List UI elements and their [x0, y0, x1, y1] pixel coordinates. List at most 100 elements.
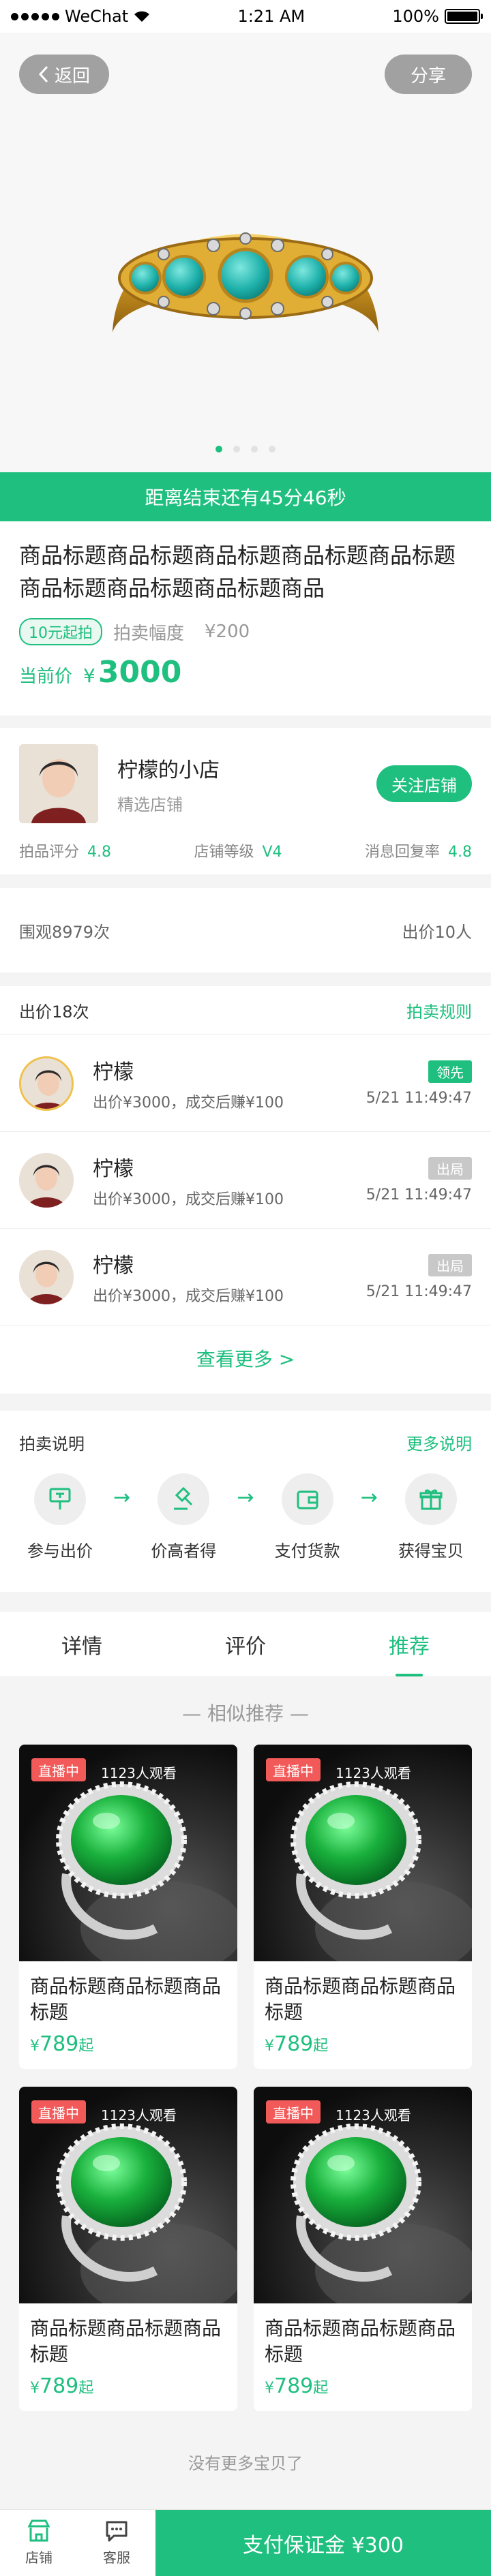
viewer-count: 1123人观看	[336, 1765, 411, 1781]
countdown-banner: 距离结束还有45分46秒	[0, 472, 491, 521]
auction-rules: 拍卖说明 更多说明 参与出价 → 价高者得 → 支付货款 → 获得宝贝	[0, 1411, 491, 1592]
see-more-bids-button[interactable]: 查看更多 >	[0, 1325, 491, 1391]
shop-tag: 精选店铺	[117, 795, 183, 814]
step-highest-wins: 价高者得	[143, 1473, 224, 1561]
service-label: 客服	[103, 2549, 130, 2566]
recommend-price: ¥789起	[19, 2369, 237, 2404]
recommend-image: 直播中 1123人观看	[19, 1745, 237, 1961]
stat-value: V4	[262, 844, 282, 861]
follow-shop-button[interactable]: 关注店铺	[376, 765, 472, 802]
stat-value: 4.8	[87, 844, 112, 861]
stat-label: 消息回复率	[364, 844, 440, 861]
bidder-name: 柠檬	[93, 1060, 134, 1084]
recommend-card[interactable]: 直播中 1123人观看 商品标题商品标题商品标题 ¥789起	[254, 2087, 472, 2411]
bidder-avatar[interactable]	[19, 1152, 74, 1208]
bid-sign-icon	[34, 1473, 86, 1525]
viewer-count: 1123人观看	[336, 2107, 411, 2123]
bid-info: 柠檬 出价¥3000，成交后赚¥100	[93, 1055, 366, 1112]
gallery-dot[interactable]	[251, 446, 258, 453]
product-gallery[interactable]: 返回 分享	[0, 33, 491, 472]
shop-tab-button[interactable]: 店铺	[0, 2510, 78, 2576]
tab-details[interactable]: 详情	[0, 1612, 164, 1676]
step-receive: 获得宝贝	[390, 1473, 472, 1561]
bid-row: 柠檬 出价¥3000，成交后赚¥100 出局 5/21 11:49:47	[0, 1132, 491, 1229]
product-title: 商品标题商品标题商品标题商品标题商品标题商品标题商品标题商品标题商品	[19, 542, 456, 601]
recommend-card[interactable]: 直播中 1123人观看 商品标题商品标题商品标题 ¥789起	[19, 2087, 237, 2411]
bidders-count: 出价10人	[402, 922, 472, 942]
viewer-count: 1123人观看	[101, 2107, 177, 2123]
bid-info: 柠檬 出价¥3000，成交后赚¥100	[93, 1248, 366, 1306]
gavel-icon	[158, 1473, 210, 1525]
auction-rules-title: 拍卖说明	[19, 1434, 85, 1454]
recommend-card[interactable]: 直播中 1123人观看 商品标题商品标题商品标题 ¥789起	[19, 1745, 237, 2069]
gallery-dot[interactable]	[215, 446, 222, 453]
shop-stat-level: 店铺等级 V4	[194, 840, 282, 861]
price-value: 789	[274, 2374, 314, 2398]
bid-status-badge: 出局	[428, 1156, 472, 1180]
gallery-dot[interactable]	[269, 446, 276, 453]
tab-recommend[interactable]: 推荐	[327, 1612, 491, 1676]
bid-step-label: 拍卖幅度	[113, 623, 185, 644]
recommend-card[interactable]: 直播中 1123人观看 商品标题商品标题商品标题 ¥789起	[254, 1745, 472, 2069]
recommend-title: 商品标题商品标题商品标题	[265, 1975, 456, 2023]
current-price-value: 3000	[98, 655, 182, 690]
auction-rules-link[interactable]: 拍卖规则	[406, 998, 472, 1022]
price-suffix: 起	[78, 2380, 94, 2397]
price-value: 789	[40, 2374, 79, 2398]
shop-avatar[interactable]	[19, 744, 98, 823]
gallery-pagination	[0, 446, 491, 453]
step-label: 参与出价	[27, 1542, 93, 1561]
bid-time: 5/21 11:49:47	[366, 1089, 472, 1107]
step-bid: 参与出价	[19, 1473, 101, 1561]
shop-card: 柠檬的小店 精选店铺 关注店铺 拍品评分 4.8 店铺等级 V4 消息回复率 4.8	[0, 728, 491, 874]
bottom-action-bar: 店铺 客服 支付保证金 ¥300	[0, 2509, 491, 2576]
more-rules-link[interactable]: 更多说明	[406, 1430, 472, 1454]
live-badge: 直播中	[266, 2100, 321, 2123]
step-pay: 支付货款	[267, 1473, 348, 1561]
bidder-name: 柠檬	[93, 1253, 134, 1278]
current-price-row: 当前价 ¥3000	[19, 655, 472, 690]
battery-icon	[445, 9, 483, 24]
price-suffix: 起	[313, 2380, 329, 2397]
bidder-avatar[interactable]	[19, 1249, 74, 1304]
stat-label: 店铺等级	[194, 844, 254, 861]
product-info: 商品标题商品标题商品标题商品标题商品标题商品标题商品标题商品标题商品 10元起拍…	[0, 521, 491, 716]
bid-status-badge: 领先	[428, 1060, 472, 1083]
auction-steps: 参与出价 → 价高者得 → 支付货款 → 获得宝贝	[0, 1473, 491, 1561]
views-count: 围观8979次	[19, 922, 110, 942]
battery-percent: 100%	[392, 7, 439, 26]
signal-icon	[11, 12, 59, 20]
product-image	[113, 232, 378, 333]
bidder-name: 柠檬	[93, 1156, 134, 1181]
status-right: 100%	[392, 7, 483, 26]
current-price-label: 当前价	[19, 666, 73, 687]
carrier-label: WeChat	[65, 7, 129, 26]
recommend-image: 直播中 1123人观看	[254, 2087, 472, 2303]
recommend-title: 商品标题商品标题商品标题	[30, 2317, 222, 2365]
shop-header: 柠檬的小店 精选店铺 关注店铺	[19, 744, 472, 823]
store-icon	[27, 2519, 50, 2542]
price-row: 10元起拍 拍卖幅度 ¥200	[19, 618, 472, 645]
step-label: 价高者得	[151, 1542, 217, 1561]
bid-status-badge: 出局	[428, 1253, 472, 1276]
views-bar: 围观8979次 出价10人	[0, 888, 491, 972]
service-button[interactable]: 客服	[78, 2510, 155, 2576]
recommend-section-title: — 相似推荐 —	[182, 1702, 309, 1725]
bid-status: 出局 5/21 11:49:47	[366, 1253, 472, 1300]
detail-tabs: 详情 评价 推荐	[0, 1612, 491, 1677]
follow-shop-label: 关注店铺	[391, 776, 457, 795]
status-time: 1:21 AM	[237, 7, 306, 26]
currency-symbol: ¥	[83, 664, 95, 687]
live-badge: 直播中	[31, 2100, 86, 2123]
countdown-text: 距离结束还有45分46秒	[145, 487, 346, 509]
gallery-dot[interactable]	[233, 446, 240, 453]
wifi-icon	[134, 11, 150, 22]
pay-deposit-button[interactable]: 支付保证金 ¥300	[155, 2510, 491, 2576]
viewer-count: 1123人观看	[101, 1765, 177, 1781]
currency-symbol: ¥	[265, 2380, 274, 2397]
recommend-title: 商品标题商品标题商品标题	[265, 2317, 456, 2365]
bidder-avatar[interactable]	[19, 1056, 74, 1111]
tab-reviews[interactable]: 评价	[164, 1612, 327, 1676]
status-left: WeChat	[11, 7, 150, 26]
current-price: ¥3000	[83, 655, 181, 690]
